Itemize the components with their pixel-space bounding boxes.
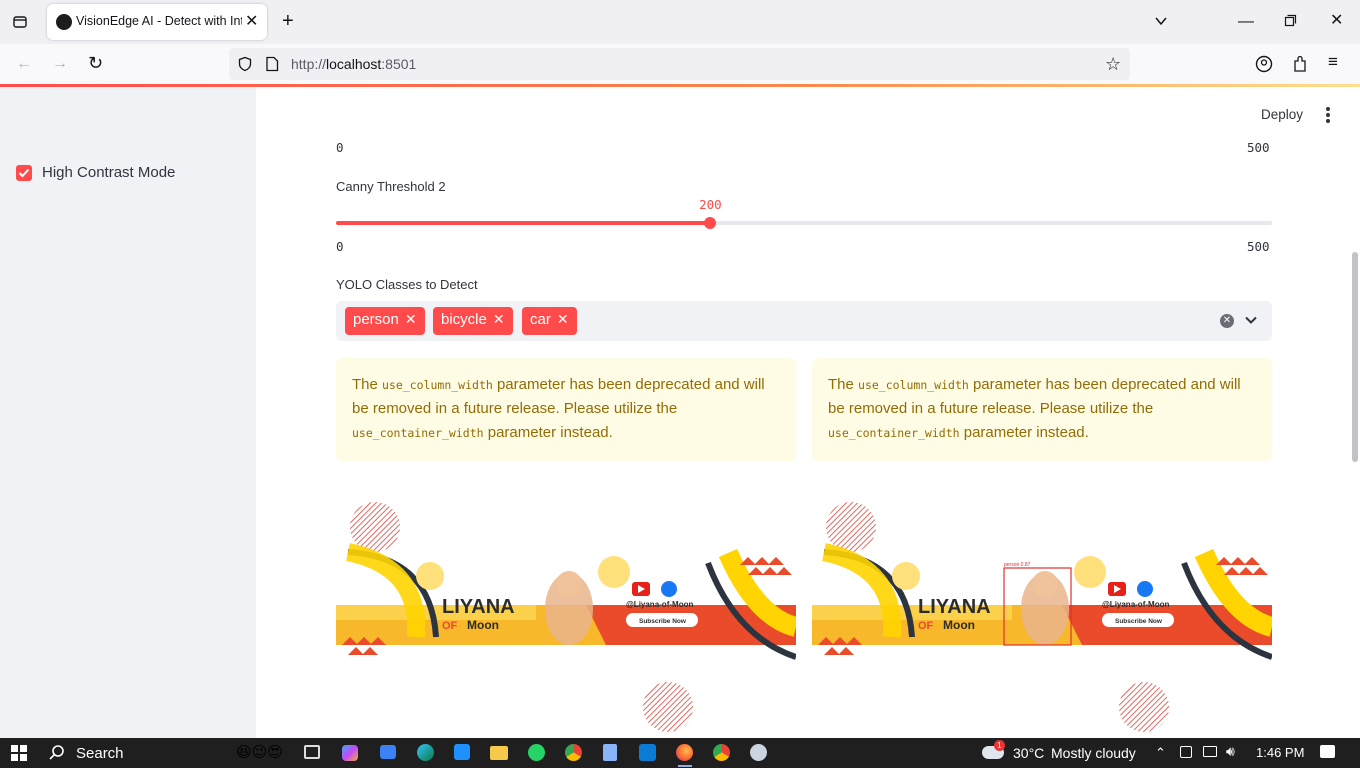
chip-bicycle[interactable]: bicycle ✕: [433, 307, 513, 335]
tab-close-icon[interactable]: ✕: [245, 11, 258, 31]
detection-label: person 0.87: [1004, 562, 1031, 568]
banner-subscribe-text: Subscribe Now: [639, 618, 687, 625]
banner-of-text: OF: [918, 620, 934, 632]
slider2-min-label: 0: [336, 239, 344, 254]
chip-remove-icon[interactable]: ✕: [405, 311, 417, 327]
clear-all-icon[interactable]: ✕: [1220, 314, 1234, 328]
window-close-icon[interactable]: ✕: [1330, 13, 1343, 29]
taskbar-search-icon[interactable]: [49, 744, 65, 765]
list-tabs-chevron-icon[interactable]: [1154, 14, 1168, 32]
browser-tab[interactable]: VisionEdge AI - Detect with Inte ✕: [47, 4, 267, 40]
banner-brand-text: LIYANA: [442, 596, 515, 618]
emoji-widget-icon[interactable]: 😆😉😍: [236, 743, 283, 761]
page-info-icon[interactable]: [265, 56, 279, 77]
task-view-icon[interactable]: [304, 745, 320, 759]
bookmark-star-icon[interactable]: ☆: [1105, 54, 1121, 75]
sidebar: High Contrast Mode: [0, 87, 256, 738]
firefox-icon[interactable]: [676, 744, 693, 761]
high-contrast-checkbox[interactable]: [16, 165, 32, 181]
deploy-button[interactable]: Deploy: [1261, 107, 1303, 122]
browser-nav-bar: ← → ↻ http://localhost:8501 ☆ ≡: [0, 44, 1360, 84]
shield-icon[interactable]: [237, 56, 253, 77]
copilot-icon[interactable]: [342, 745, 358, 761]
taskbar: Search 😆😉😍 1 30°C Mostly cloudy ⌃ 🔊︎ 1:4…: [0, 738, 1360, 768]
banner-moon-text: Moon: [943, 618, 975, 632]
account-icon[interactable]: [1255, 55, 1273, 77]
banner-brand-text: LIYANA: [918, 596, 991, 618]
canny-threshold2-slider-track[interactable]: 200: [336, 197, 1272, 229]
canny-threshold2-slider-thumb[interactable]: [704, 217, 717, 229]
banner-of-text: OF: [442, 620, 458, 632]
high-contrast-label[interactable]: High Contrast Mode: [42, 164, 175, 181]
url-text: http://localhost:8501: [291, 56, 417, 72]
url-bar[interactable]: http://localhost:8501 ☆: [229, 48, 1130, 80]
paint-icon[interactable]: [750, 744, 767, 761]
banner-subscribe-text: Subscribe Now: [1115, 618, 1163, 625]
edge-icon[interactable]: [417, 744, 434, 761]
slider1-max-label: 500: [1247, 140, 1270, 155]
forward-icon[interactable]: →: [52, 56, 68, 72]
camera-tray-icon[interactable]: [1180, 746, 1192, 758]
chip-remove-icon[interactable]: ✕: [493, 311, 505, 327]
new-tab-icon[interactable]: +: [282, 11, 294, 31]
canny-threshold2-value: 200: [699, 197, 722, 212]
slider2-max-label: 500: [1247, 239, 1270, 254]
banner-handle-text: @Liyana-of-Moon: [626, 600, 693, 609]
main-menu-kebab-icon[interactable]: [1326, 107, 1330, 125]
banner-moon-text: Moon: [467, 618, 499, 632]
minimize-icon[interactable]: —: [1238, 14, 1254, 30]
weather-text[interactable]: Mostly cloudy: [1051, 745, 1136, 761]
weather-temp[interactable]: 30°C: [1013, 745, 1044, 761]
network-icon[interactable]: [1203, 746, 1217, 757]
browser-tab-bar: VisionEdge AI - Detect with Inte ✕ + — ✕: [0, 0, 1360, 44]
slider1-min-label: 0: [336, 140, 344, 155]
chip-remove-icon[interactable]: ✕: [557, 311, 569, 327]
restore-icon[interactable]: [1284, 14, 1297, 31]
whatsapp-icon[interactable]: [528, 744, 545, 761]
deprecation-warning-right: The use_column_width parameter has been …: [812, 358, 1272, 461]
extensions-icon[interactable]: [1292, 55, 1308, 77]
chrome-icon-2[interactable]: [713, 744, 730, 761]
notepad-icon[interactable]: [603, 744, 617, 761]
clock-time[interactable]: 1:46 PM: [1256, 745, 1304, 760]
file-explorer-icon[interactable]: [490, 746, 508, 760]
chip-car[interactable]: car ✕: [522, 307, 577, 335]
original-image: LIYANA OF Moon @Liyana-of-Moon Subscribe…: [336, 497, 796, 738]
detected-image: LIYANA OF Moon person 0.87 @Liyana-of-Mo…: [812, 497, 1272, 738]
banner-handle-text: @Liyana-of-Moon: [1102, 600, 1169, 609]
vscode-icon[interactable]: [639, 744, 656, 761]
firefox-active-indicator: [678, 765, 692, 767]
store-icon[interactable]: [454, 744, 470, 760]
tab-title: VisionEdge AI - Detect with Inte: [76, 14, 242, 28]
chip-person[interactable]: person ✕: [345, 307, 425, 335]
tab-overview-icon[interactable]: [12, 14, 28, 34]
canny-threshold2-label: Canny Threshold 2: [336, 179, 446, 194]
menu-icon[interactable]: ≡: [1328, 53, 1338, 70]
chrome-icon[interactable]: [565, 744, 582, 761]
streamlit-favicon-icon: [56, 14, 72, 30]
chevron-down-icon[interactable]: [1244, 313, 1258, 332]
tray-chevron-up-icon[interactable]: ⌃: [1155, 745, 1166, 761]
volume-icon[interactable]: 🔊︎: [1226, 743, 1235, 760]
back-icon[interactable]: ←: [16, 56, 32, 72]
yolo-classes-multiselect[interactable]: person ✕ bicycle ✕ car ✕ ✕: [336, 301, 1272, 341]
weather-badge: 1: [994, 740, 1005, 751]
widgets-icon[interactable]: [380, 745, 396, 759]
yolo-classes-label: YOLO Classes to Detect: [336, 277, 478, 292]
notifications-icon[interactable]: [1320, 745, 1335, 758]
main-content: Deploy 0 500 Canny Threshold 2 200 0 500…: [256, 87, 1360, 738]
deprecation-warning-left: The use_column_width parameter has been …: [336, 358, 796, 461]
windows-start-icon[interactable]: [11, 745, 27, 766]
reload-icon[interactable]: ↻: [88, 54, 103, 72]
main-scrollbar[interactable]: [1352, 252, 1358, 462]
taskbar-search-text[interactable]: Search: [76, 745, 124, 762]
canny-threshold2-slider-fill: [336, 221, 711, 225]
